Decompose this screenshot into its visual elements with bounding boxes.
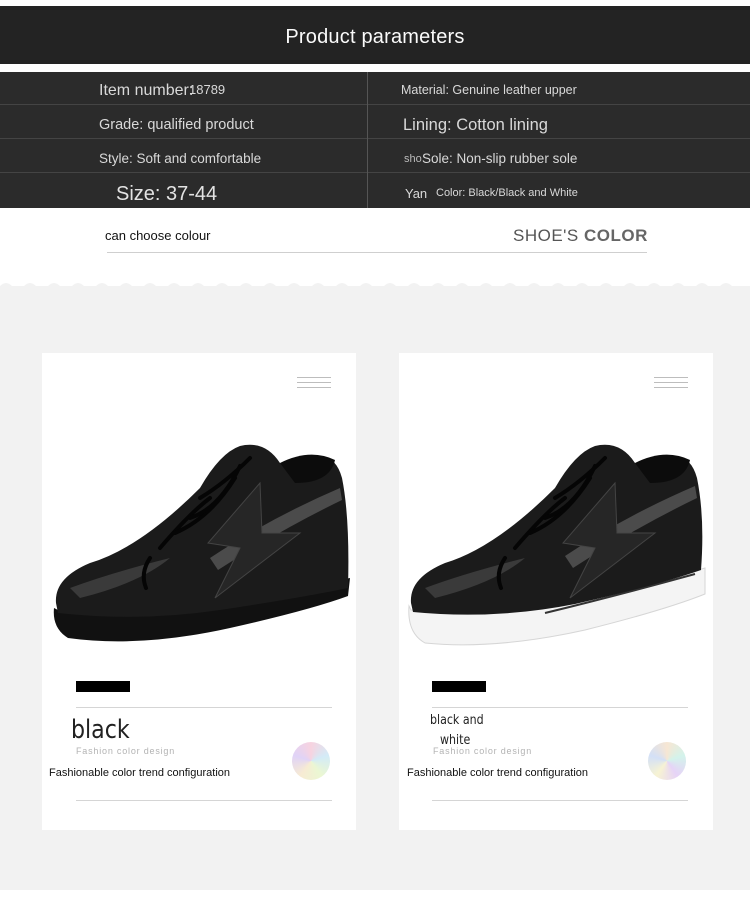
color-prefix: Yan: [405, 186, 428, 201]
menu-lines-icon: [654, 377, 688, 391]
shoe-black-white-image: [408, 444, 706, 646]
color-swatch-bar: [432, 681, 486, 692]
holographic-sticker-icon: [648, 742, 686, 780]
style-text: Style: Soft and comfortable: [99, 151, 262, 166]
table-divider: [367, 72, 368, 208]
color-card-black[interactable]: black Fashion color design Fashionable c…: [42, 353, 356, 830]
trend-text: Fashionable color trend configuration: [407, 767, 589, 779]
material-text: Material: Genuine leather upper: [401, 83, 577, 97]
holographic-sticker-icon: [292, 742, 330, 780]
header-band: Product parameters: [0, 6, 750, 64]
color-text: Color: Black/Black and White: [436, 187, 578, 199]
sole-prefix: sho: [404, 153, 422, 165]
size-text: Size: 37-44: [116, 183, 218, 205]
color-swatch-bar: [76, 681, 130, 692]
shoes-color-heading: SHOE'S COLOR: [513, 226, 648, 246]
item-number-label: Item number:: [99, 82, 194, 99]
heading-divider: [107, 252, 647, 253]
color-name: black: [71, 715, 130, 745]
card-bottom-rule: [76, 800, 332, 801]
shoe-black-image: [53, 444, 351, 642]
color-subtitle: Fashion color design: [433, 746, 533, 756]
page-title: Product parameters: [285, 26, 465, 48]
color-card-black-and-white[interactable]: black and white Fashion color design Fas…: [399, 353, 713, 830]
card-bottom-rule: [432, 800, 688, 801]
trend-text: Fashionable color trend configuration: [49, 767, 231, 779]
color-subtitle: Fashion color design: [76, 746, 176, 756]
card-divider: [432, 707, 688, 708]
color-name-line1: black and: [430, 713, 484, 728]
heading-bold: COLOR: [584, 226, 648, 245]
menu-lines-icon: [297, 377, 331, 391]
param-row: [0, 174, 750, 207]
choose-colour-label: can choose colour: [105, 228, 211, 243]
card-divider: [76, 707, 332, 708]
product-parameters-table: Item number: 18789 Material: Genuine lea…: [0, 72, 750, 208]
lining-text: Lining: Cotton lining: [403, 116, 548, 134]
heading-light: SHOE'S: [513, 226, 579, 245]
sole-text: Sole: Non-slip rubber sole: [422, 151, 578, 166]
grade-text: Grade: qualified product: [99, 117, 254, 133]
item-number-value: 18789: [189, 82, 226, 97]
